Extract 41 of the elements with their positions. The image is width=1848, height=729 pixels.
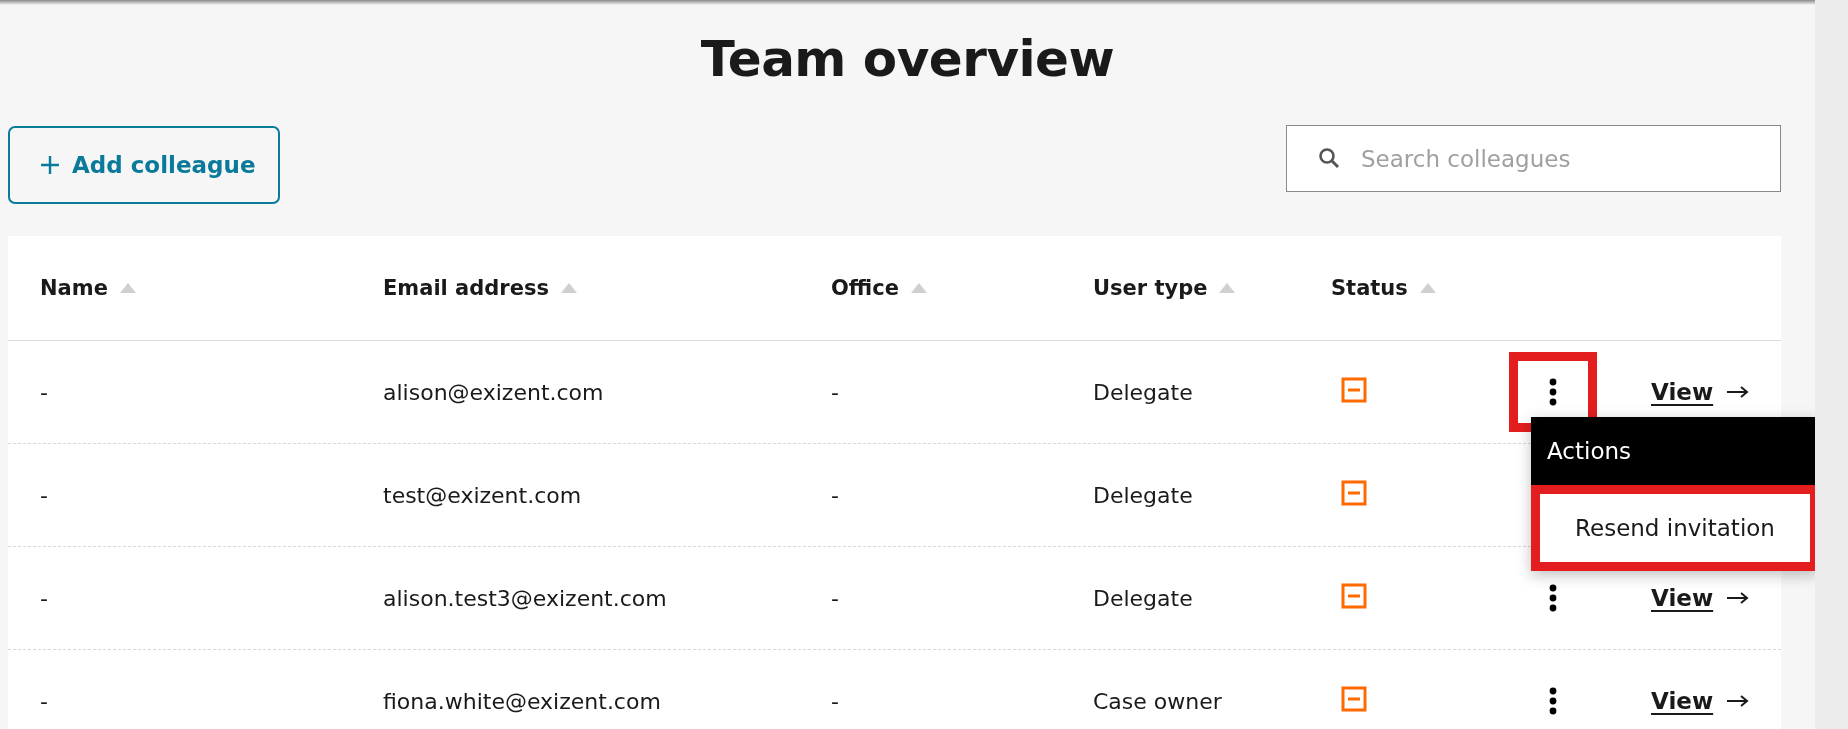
- table-cell-text: -: [40, 688, 49, 714]
- table-cell-text: alison.test3@exizent.com: [383, 585, 668, 611]
- table-cell-text: -: [831, 482, 840, 508]
- status-icon: [1341, 376, 1367, 403]
- table-cell-text: Delegate: [1093, 379, 1194, 405]
- kebab-icon: [1549, 584, 1557, 612]
- status-icon: [1341, 479, 1367, 506]
- table-cell-text: fiona.white@exizent.com: [383, 688, 662, 714]
- column-header[interactable]: Office: [831, 276, 899, 300]
- table-cell-text: -: [40, 585, 49, 611]
- menu-title: Actions: [1531, 417, 1815, 485]
- kebab-icon: [1549, 687, 1557, 715]
- column-header[interactable]: Status: [1331, 276, 1408, 300]
- table-cell-text: -: [831, 379, 840, 405]
- view-link[interactable]: View: [1651, 379, 1781, 405]
- arrow-icon: [1727, 592, 1750, 604]
- table-cell-text: Delegate: [1093, 585, 1194, 611]
- view-link[interactable]: View: [1651, 688, 1781, 714]
- table-cell-text: Case owner: [1093, 688, 1223, 714]
- arrow-icon: [1727, 695, 1750, 707]
- status-icon: [1341, 685, 1367, 712]
- page-title: Team overview: [699, 29, 1116, 89]
- column-header[interactable]: User type: [1093, 276, 1208, 300]
- column-header[interactable]: Name: [40, 276, 108, 300]
- status-icon: [1341, 582, 1367, 609]
- column-header[interactable]: Email address: [383, 276, 549, 300]
- table-cell-text: -: [40, 379, 49, 405]
- kebab-icon: [1549, 378, 1557, 406]
- table-cell-text: alison@exizent.com: [383, 379, 605, 405]
- plus-icon: [40, 155, 60, 175]
- menu-item[interactable]: Resend invitation: [1531, 485, 1815, 571]
- add-colleague-button[interactable]: Add colleague: [8, 126, 280, 204]
- table-cell-text: -: [831, 585, 840, 611]
- table-cell-text: -: [40, 482, 49, 508]
- table-cell-text: Delegate: [1093, 482, 1194, 508]
- view-link[interactable]: View: [1651, 585, 1781, 611]
- search-field[interactable]: Search colleagues: [1286, 125, 1781, 192]
- arrow-icon: [1727, 386, 1750, 398]
- table-cell-text: test@exizent.com: [383, 482, 583, 508]
- search-icon: [1318, 147, 1340, 169]
- table-cell-text: -: [831, 688, 840, 714]
